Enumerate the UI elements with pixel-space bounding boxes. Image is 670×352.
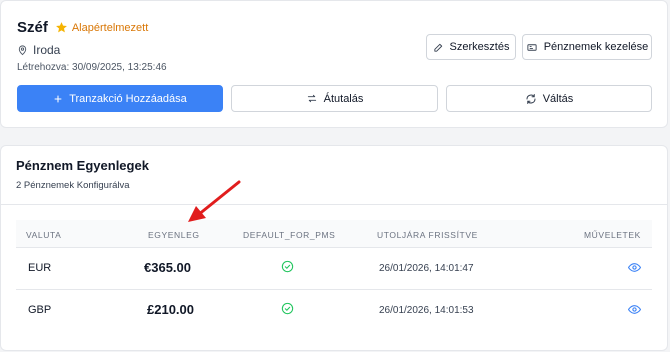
exchange-button[interactable]: Váltás [446,85,652,112]
check-circle-icon [281,260,294,273]
created-timestamp: Létrehozva: 30/09/2025, 13:25:46 [17,62,167,73]
manage-currencies-button[interactable]: Pénznemek kezelése [522,34,652,60]
add-transaction-label: Tranzakció Hozzáadása [69,92,187,105]
column-currency: VALUTA [26,230,62,240]
balances-subtitle: 2 Pénznemek Konfigurálva [16,180,130,191]
default-badge: Alapértelmezett [71,21,149,34]
transfer-label: Átutalás [323,92,364,105]
table-row: EUR €365.00 26/01/2026, 14:01:47 [16,248,652,290]
refresh-icon [526,93,536,104]
annotation-arrow-icon [188,180,241,222]
balances-title: Pénznem Egyenlegek [16,158,149,173]
banknote-icon [527,43,537,51]
vault-title: Széf [17,19,48,36]
map-pin-icon [18,45,27,56]
currency-code: EUR [28,262,52,274]
pencil-icon [433,43,442,52]
transfer-button[interactable]: Átutalás [231,85,438,112]
transfer-arrows-icon [307,94,316,103]
table-row: GBP £210.00 26/01/2026, 14:01:53 [16,290,652,332]
edit-button[interactable]: Szerkesztés [426,34,516,60]
last-updated: 26/01/2026, 14:01:47 [379,263,474,274]
manage-currencies-label: Pénznemek kezelése [543,41,649,53]
add-transaction-button[interactable]: Tranzakció Hozzáadása [17,85,223,112]
column-last-updated: UTOLJÁRA FRISSÍTVE [377,230,478,240]
column-actions: MŰVELETEK [584,230,641,240]
eye-icon[interactable] [628,262,641,273]
vault-card: Széf Alapértelmezett Iroda Létrehozva: 3… [0,0,668,128]
star-icon [55,22,67,33]
currency-code: GBP [28,304,52,316]
vault-location: Iroda [17,43,60,57]
column-balance: EGYENLEG [148,230,200,240]
plus-icon [54,95,62,102]
last-updated: 26/01/2026, 14:01:53 [379,305,474,316]
column-default-for-pms: DEFAULT_FOR_PMS [243,230,336,240]
balance-amount: €365.00 [144,260,191,275]
check-circle-icon [281,302,294,315]
vault-title-row: Széf Alapértelmezett [17,19,148,36]
table-header: VALUTA EGYENLEG DEFAULT_FOR_PMS UTOLJÁRA… [16,220,652,248]
location-label: Iroda [33,43,61,57]
created-text: Létrehozva: 30/09/2025, 13:25:46 [17,62,167,73]
balance-amount: £210.00 [147,302,194,317]
eye-icon[interactable] [628,304,641,315]
edit-button-label: Szerkesztés [449,41,510,53]
section-divider [0,204,668,205]
exchange-label: Váltás [542,92,574,105]
